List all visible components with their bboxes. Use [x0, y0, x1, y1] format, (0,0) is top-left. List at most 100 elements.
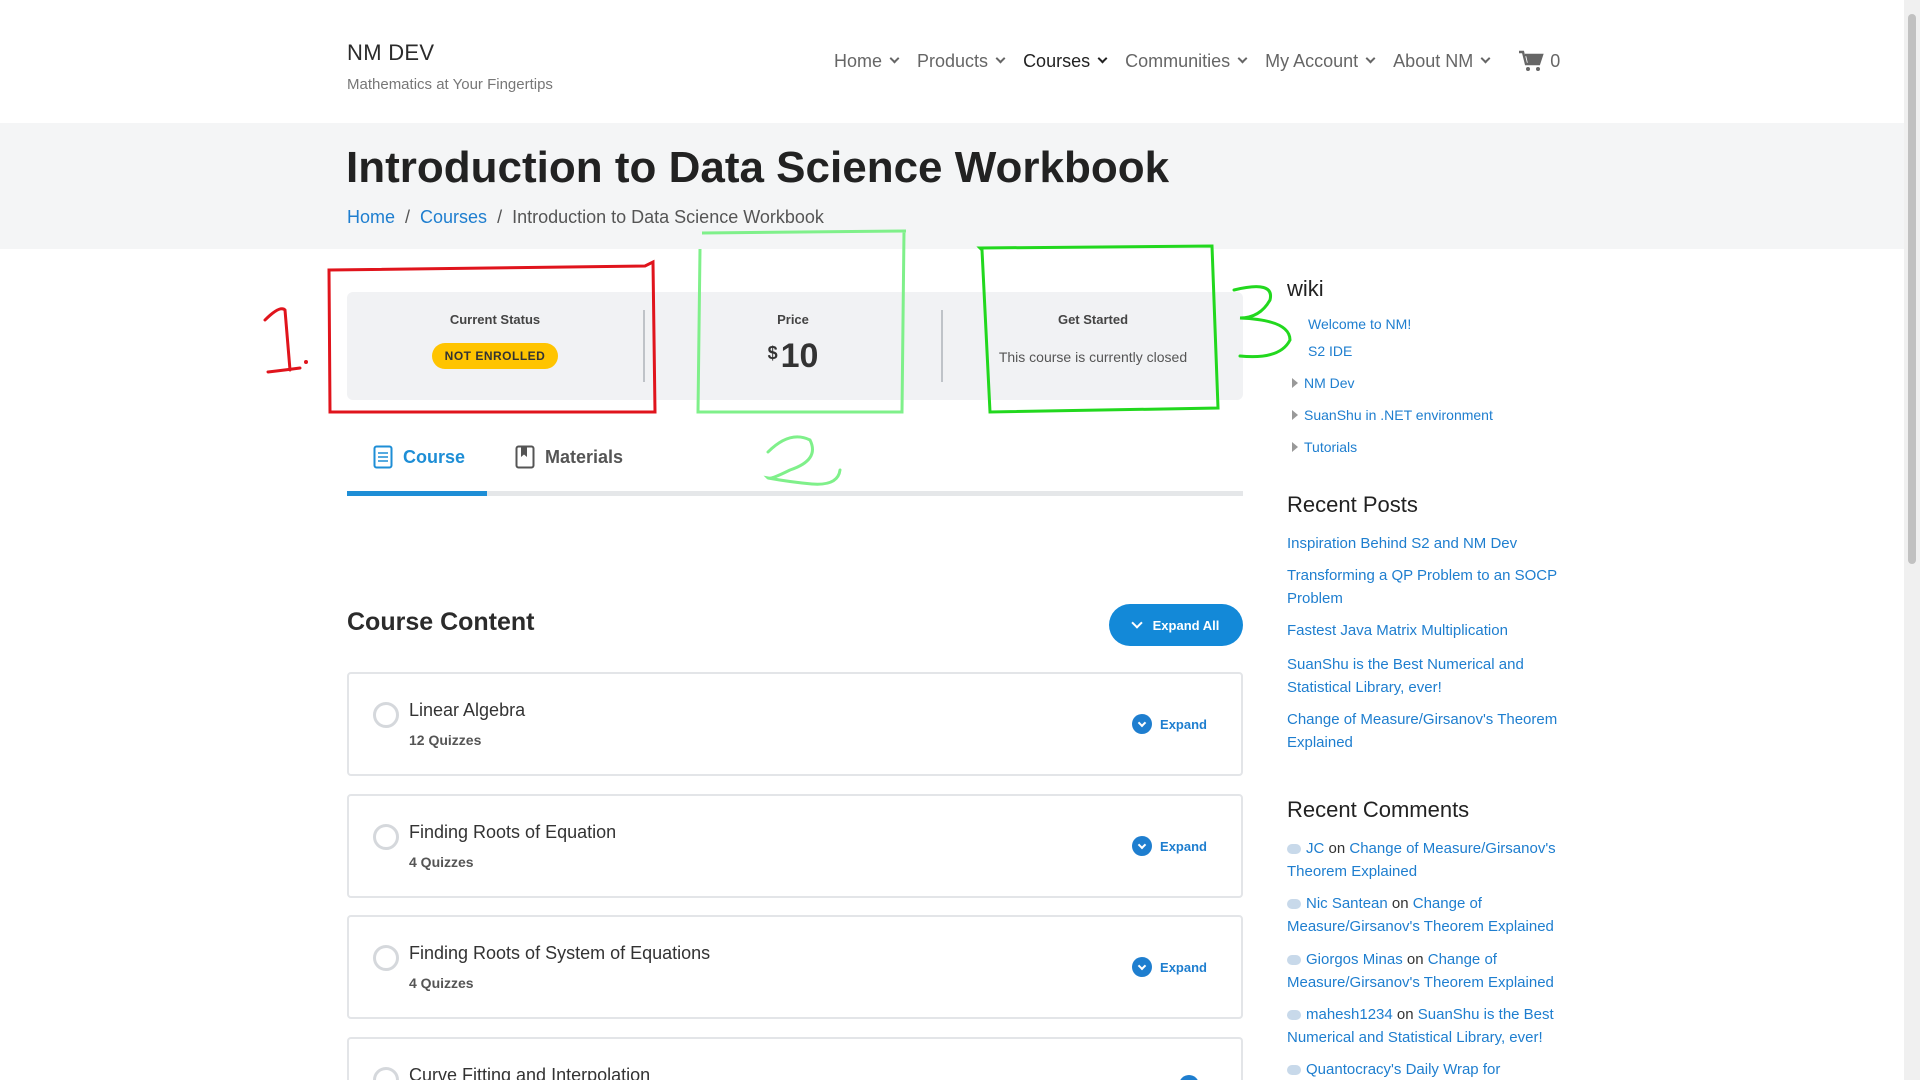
caret-right-icon[interactable]: [1292, 442, 1298, 452]
cart-button[interactable]: 0: [1518, 50, 1560, 72]
wiki-item-label[interactable]: Tutorials: [1304, 439, 1357, 455]
breadcrumb-courses[interactable]: Courses: [420, 207, 487, 228]
chevron-down-icon: [1130, 616, 1143, 629]
lesson-quiz-count: 4 Quizzes: [409, 854, 474, 870]
chevron-down-icon: [1179, 1075, 1199, 1080]
wiki-item-label[interactable]: NM Dev: [1304, 375, 1355, 391]
nav-about[interactable]: About NM: [1393, 51, 1491, 72]
expand-all-label: Expand All: [1152, 617, 1220, 633]
wiki-item[interactable]: Tutorials: [1292, 439, 1357, 455]
breadcrumb-separator: /: [497, 207, 503, 227]
get-started-label: Get Started: [1057, 312, 1129, 327]
recent-post-link[interactable]: Change of Measure/Girsanov's Theorem Exp…: [1287, 708, 1577, 754]
course-status-card: Current Status NOT ENROLLED Price $10 Ge…: [347, 292, 1243, 400]
breadcrumb: Home / Courses / Introduction to Data Sc…: [347, 207, 824, 228]
course-content-title: Course Content: [347, 608, 535, 636]
chevron-down-icon: [1365, 53, 1376, 64]
comment-author[interactable]: Nic Santean: [1306, 895, 1388, 912]
nav-courses-label: Courses: [1023, 50, 1091, 71]
course-closed-text: This course is currently closed: [998, 349, 1188, 365]
progress-circle-icon: [373, 702, 399, 728]
brand-title[interactable]: NM DEV: [347, 40, 553, 66]
cart-icon: [1519, 50, 1544, 71]
tab-course[interactable]: Course: [373, 445, 465, 469]
breadcrumb-home[interactable]: Home: [347, 207, 395, 228]
breadcrumb-separator: /: [405, 207, 411, 227]
annotation-number-1: [263, 307, 302, 374]
recent-comment: Nic Santean on Change of Measure/Girsano…: [1287, 892, 1577, 938]
cart-count: 0: [1550, 50, 1561, 71]
nav-home-label: Home: [834, 50, 883, 71]
wiki-item-label[interactable]: S2 IDE: [1308, 343, 1352, 359]
nav-home[interactable]: Home: [834, 50, 900, 72]
lesson-title[interactable]: Finding Roots of Equation: [409, 822, 616, 843]
lesson-quiz-count: 12 Quizzes: [409, 732, 482, 748]
nav-communities[interactable]: Communities: [1125, 50, 1248, 72]
lesson-title[interactable]: Linear Algebra: [409, 700, 525, 721]
price-value: $10: [645, 337, 941, 376]
recent-comment: JC on Change of Measure/Girsanov's Theor…: [1287, 837, 1577, 883]
chevron-down-icon: [1132, 836, 1153, 856]
lesson-expand-button[interactable]: [1179, 1075, 1207, 1080]
nav-my-account[interactable]: My Account: [1265, 51, 1376, 72]
lesson-expand-label: Expand: [1160, 838, 1207, 854]
recent-comment: Quantocracy's Daily Wrap for: [1287, 1058, 1577, 1080]
comment-post[interactable]: Change of Measure/Girsanov's Theorem Exp…: [1287, 840, 1556, 880]
comment-on: on: [1328, 840, 1346, 857]
wiki-item-label[interactable]: Welcome to NM!: [1308, 316, 1411, 332]
site-header: NM DEV Mathematics at Your Fingertips Ho…: [0, 0, 1904, 123]
nav-products-label: Products: [917, 50, 989, 71]
recent-post-link[interactable]: Transforming a QP Problem to an SOCP Pro…: [1287, 564, 1577, 610]
expand-all-button[interactable]: Expand All: [1109, 604, 1243, 646]
progress-circle-icon: [373, 945, 399, 971]
caret-right-icon[interactable]: [1292, 410, 1298, 420]
lesson-title[interactable]: Finding Roots of System of Equations: [409, 943, 710, 964]
nav-communities-label: Communities: [1125, 50, 1231, 71]
caret-right-icon[interactable]: [1292, 378, 1298, 388]
wiki-item[interactable]: SuanShu in .NET environment: [1292, 407, 1493, 423]
progress-circle-icon: [373, 1067, 399, 1080]
wiki-item[interactable]: S2 IDE: [1308, 343, 1352, 359]
price: Price $10: [645, 292, 941, 400]
breadcrumb-current: Introduction to Data Science Workbook: [512, 207, 824, 227]
lesson-item[interactable]: Linear Algebra 12 Quizzes Expand: [347, 672, 1243, 776]
get-started: Get Started This course is currently clo…: [943, 292, 1243, 400]
comment-author[interactable]: Quantocracy's Daily Wrap for: [1306, 1061, 1500, 1078]
chevron-down-icon: [1480, 53, 1491, 64]
chevron-down-icon: [1132, 957, 1153, 977]
wiki-item[interactable]: Welcome to NM!: [1308, 316, 1411, 332]
comment-icon: [1287, 955, 1301, 966]
progress-circle-icon: [373, 824, 399, 850]
comment-icon: [1287, 1065, 1301, 1076]
nav-courses[interactable]: Courses: [1023, 50, 1108, 72]
lesson-expand-button[interactable]: Expand: [1132, 957, 1207, 977]
comment-author[interactable]: JC: [1306, 840, 1324, 857]
lesson-expand-button[interactable]: Expand: [1132, 714, 1207, 734]
comment-icon: [1287, 1010, 1301, 1021]
wiki-item-label[interactable]: SuanShu in .NET environment: [1304, 407, 1493, 423]
recent-post-link[interactable]: SuanShu is the Best Numerical and Statis…: [1287, 653, 1577, 699]
lesson-title[interactable]: Curve Fitting and Interpolation: [409, 1065, 650, 1080]
recent-post-link[interactable]: Inspiration Behind S2 and NM Dev: [1287, 532, 1577, 555]
comment-icon: [1287, 899, 1301, 910]
brand[interactable]: NM DEV Mathematics at Your Fingertips: [347, 40, 553, 93]
comment-author[interactable]: Giorgos Minas: [1306, 951, 1403, 968]
lesson-expand-button[interactable]: Expand: [1132, 836, 1207, 856]
wiki-item[interactable]: NM Dev: [1292, 375, 1355, 391]
scrollbar-thumb[interactable]: [1908, 14, 1916, 564]
tab-materials-label: Materials: [545, 446, 624, 467]
comment-author[interactable]: mahesh1234: [1306, 1006, 1393, 1023]
document-icon: [373, 445, 393, 469]
recent-post-link[interactable]: Fastest Java Matrix Multiplication: [1287, 619, 1577, 642]
tab-active-indicator: [347, 491, 487, 496]
lesson-item[interactable]: Finding Roots of System of Equations 4 Q…: [347, 915, 1243, 1019]
lesson-item[interactable]: Curve Fitting and Interpolation: [347, 1037, 1243, 1080]
nav-products[interactable]: Products: [917, 50, 1006, 72]
tab-materials[interactable]: Materials: [515, 445, 623, 469]
lesson-item[interactable]: Finding Roots of Equation 4 Quizzes Expa…: [347, 794, 1243, 898]
page-scrollbar[interactable]: [1904, 0, 1920, 1080]
brand-tagline: Mathematics at Your Fingertips: [347, 76, 553, 93]
price-amount: 10: [780, 337, 819, 375]
price-currency: $: [767, 343, 778, 363]
lesson-expand-label: Expand: [1160, 716, 1207, 732]
